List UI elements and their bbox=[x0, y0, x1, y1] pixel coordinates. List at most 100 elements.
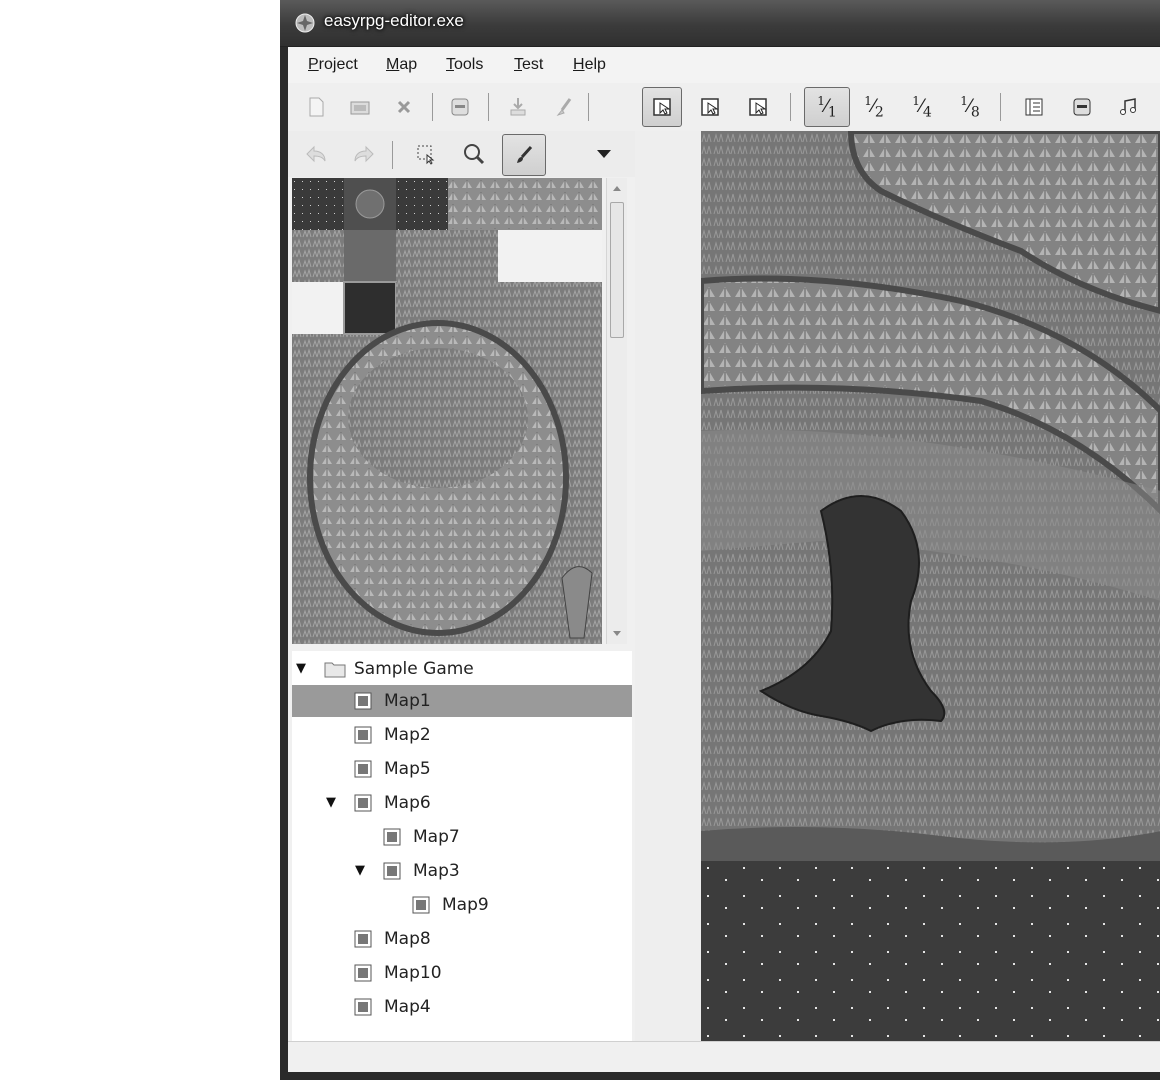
zoom-1-4-button[interactable]: 1⁄4 bbox=[902, 87, 942, 127]
tree-item-map6[interactable]: ▼ Map6 bbox=[292, 787, 632, 819]
map-tree[interactable]: ▼ Sample Game Map1 Map2 Map5 ▼ Map6 Map7… bbox=[292, 651, 632, 1042]
map-icon bbox=[354, 726, 372, 744]
main-toolbar: 1⁄1 1⁄2 1⁄4 1⁄8 bbox=[288, 83, 1160, 132]
editor-window: easyrpg-editor.exe Project Map Tools Tes… bbox=[280, 0, 1160, 1080]
zoom-1-2-label: 1⁄2 bbox=[864, 93, 884, 121]
zoom-tool-button[interactable] bbox=[454, 134, 494, 174]
import-button[interactable] bbox=[498, 87, 538, 127]
tree-item-label: Map6 bbox=[384, 793, 431, 813]
upper-layer-icon bbox=[701, 98, 719, 116]
music-icon bbox=[1120, 98, 1136, 115]
zoom-1-1-label: 1⁄1 bbox=[817, 93, 837, 121]
tree-item-label: Map2 bbox=[384, 725, 431, 745]
database-button[interactable] bbox=[1014, 87, 1054, 127]
select-tool-button[interactable] bbox=[406, 134, 446, 174]
brush-clean-button[interactable] bbox=[544, 87, 584, 127]
expand-arrow-icon[interactable]: ▼ bbox=[296, 661, 306, 676]
toolbar-separator bbox=[432, 93, 433, 121]
redo-button[interactable] bbox=[344, 134, 384, 174]
zoom-1-8-label: 1⁄8 bbox=[960, 93, 980, 121]
tree-item-map3[interactable]: ▼ Map3 bbox=[292, 855, 632, 887]
window-title: easyrpg-editor.exe bbox=[324, 11, 464, 30]
music-button[interactable] bbox=[1108, 87, 1148, 127]
close-project-icon bbox=[397, 100, 411, 114]
save-icon bbox=[451, 98, 469, 116]
tileset-image bbox=[292, 178, 602, 644]
map-canvas[interactable] bbox=[701, 131, 1160, 1042]
menu-project[interactable]: Project bbox=[308, 56, 358, 74]
save-button[interactable] bbox=[440, 87, 480, 127]
tree-item-label: Map4 bbox=[384, 997, 431, 1017]
tree-item-map9[interactable]: Map9 bbox=[292, 889, 632, 921]
resource-icon bbox=[1073, 98, 1091, 116]
tree-item-label: Map8 bbox=[384, 929, 431, 949]
event-layer-button[interactable] bbox=[738, 87, 778, 127]
menu-map[interactable]: Map bbox=[386, 56, 417, 74]
tree-item-label: Map1 bbox=[384, 691, 431, 711]
tileset-palette[interactable] bbox=[292, 178, 602, 644]
lower-layer-icon bbox=[653, 98, 671, 116]
tree-item-map8[interactable]: Map8 bbox=[292, 923, 632, 955]
tree-item-map2[interactable]: Map2 bbox=[292, 719, 632, 751]
new-project-button[interactable] bbox=[296, 87, 336, 127]
zoom-1-1-button[interactable]: 1⁄1 bbox=[804, 87, 850, 127]
map-icon bbox=[383, 862, 401, 880]
title-bar[interactable]: easyrpg-editor.exe bbox=[280, 0, 1160, 47]
tree-item-map5[interactable]: Map5 bbox=[292, 753, 632, 785]
left-panel: ▼ Sample Game Map1 Map2 Map5 ▼ Map6 Map7… bbox=[288, 131, 635, 1072]
tree-item-map10[interactable]: Map10 bbox=[292, 957, 632, 989]
scroll-up-arrow-icon bbox=[613, 186, 621, 191]
toolbar-separator bbox=[392, 141, 393, 169]
status-bar bbox=[288, 1041, 1160, 1072]
map-icon bbox=[412, 896, 430, 914]
chevron-down-icon bbox=[597, 150, 611, 158]
redo-icon bbox=[354, 145, 374, 163]
tree-item-map7[interactable]: Map7 bbox=[292, 821, 632, 853]
tree-item-label: Map7 bbox=[413, 827, 460, 847]
tree-item-label: Map5 bbox=[384, 759, 431, 779]
menu-help[interactable]: Help bbox=[573, 56, 606, 74]
lower-layer-button[interactable] bbox=[642, 87, 682, 127]
magnifier-icon bbox=[464, 144, 485, 165]
toolbar-separator bbox=[588, 93, 589, 121]
expand-arrow-icon[interactable]: ▼ bbox=[355, 863, 365, 878]
map-icon bbox=[383, 828, 401, 846]
menu-test[interactable]: Test bbox=[514, 56, 543, 74]
zoom-1-4-label: 1⁄4 bbox=[912, 93, 932, 121]
menu-tools[interactable]: Tools bbox=[446, 56, 483, 74]
open-project-button[interactable] bbox=[340, 87, 380, 127]
zoom-1-2-button[interactable]: 1⁄2 bbox=[854, 87, 894, 127]
brush-clean-icon bbox=[556, 98, 572, 117]
close-project-button[interactable] bbox=[384, 87, 424, 127]
zoom-1-8-button[interactable]: 1⁄8 bbox=[950, 87, 990, 127]
tree-item-label: Map10 bbox=[384, 963, 442, 983]
tree-root[interactable]: ▼ Sample Game bbox=[292, 653, 632, 685]
map-icon bbox=[354, 794, 372, 812]
event-layer-icon bbox=[749, 98, 767, 116]
undo-button[interactable] bbox=[296, 134, 336, 174]
tree-item-map4[interactable]: Map4 bbox=[292, 991, 632, 1023]
tree-item-map1[interactable]: Map1 bbox=[292, 685, 632, 717]
toolbar-separator bbox=[1000, 93, 1001, 121]
scroll-down-arrow-icon bbox=[613, 631, 621, 636]
tree-item-label: Map9 bbox=[442, 895, 489, 915]
client-area: Project Map Tools Test Help 1⁄1 1⁄2 1⁄4 … bbox=[288, 47, 1160, 1072]
expand-arrow-icon[interactable]: ▼ bbox=[326, 795, 336, 810]
drawing-toolbar bbox=[288, 131, 635, 177]
tileset-scrollbar[interactable] bbox=[606, 178, 627, 644]
resource-button[interactable] bbox=[1062, 87, 1102, 127]
map-area bbox=[635, 131, 1160, 1042]
map-icon bbox=[354, 964, 372, 982]
map-image bbox=[701, 131, 1160, 1041]
tool-dropdown-button[interactable] bbox=[584, 134, 624, 174]
brush-icon bbox=[517, 145, 533, 163]
app-icon bbox=[295, 13, 315, 33]
map-icon bbox=[354, 760, 372, 778]
import-icon bbox=[510, 98, 526, 116]
undo-icon bbox=[306, 145, 326, 163]
menu-bar: Project Map Tools Test Help bbox=[288, 47, 1160, 84]
scrollbar-thumb[interactable] bbox=[610, 202, 624, 338]
pencil-tool-button[interactable] bbox=[502, 134, 546, 176]
upper-layer-button[interactable] bbox=[690, 87, 730, 127]
tree-root-label: Sample Game bbox=[354, 659, 474, 679]
